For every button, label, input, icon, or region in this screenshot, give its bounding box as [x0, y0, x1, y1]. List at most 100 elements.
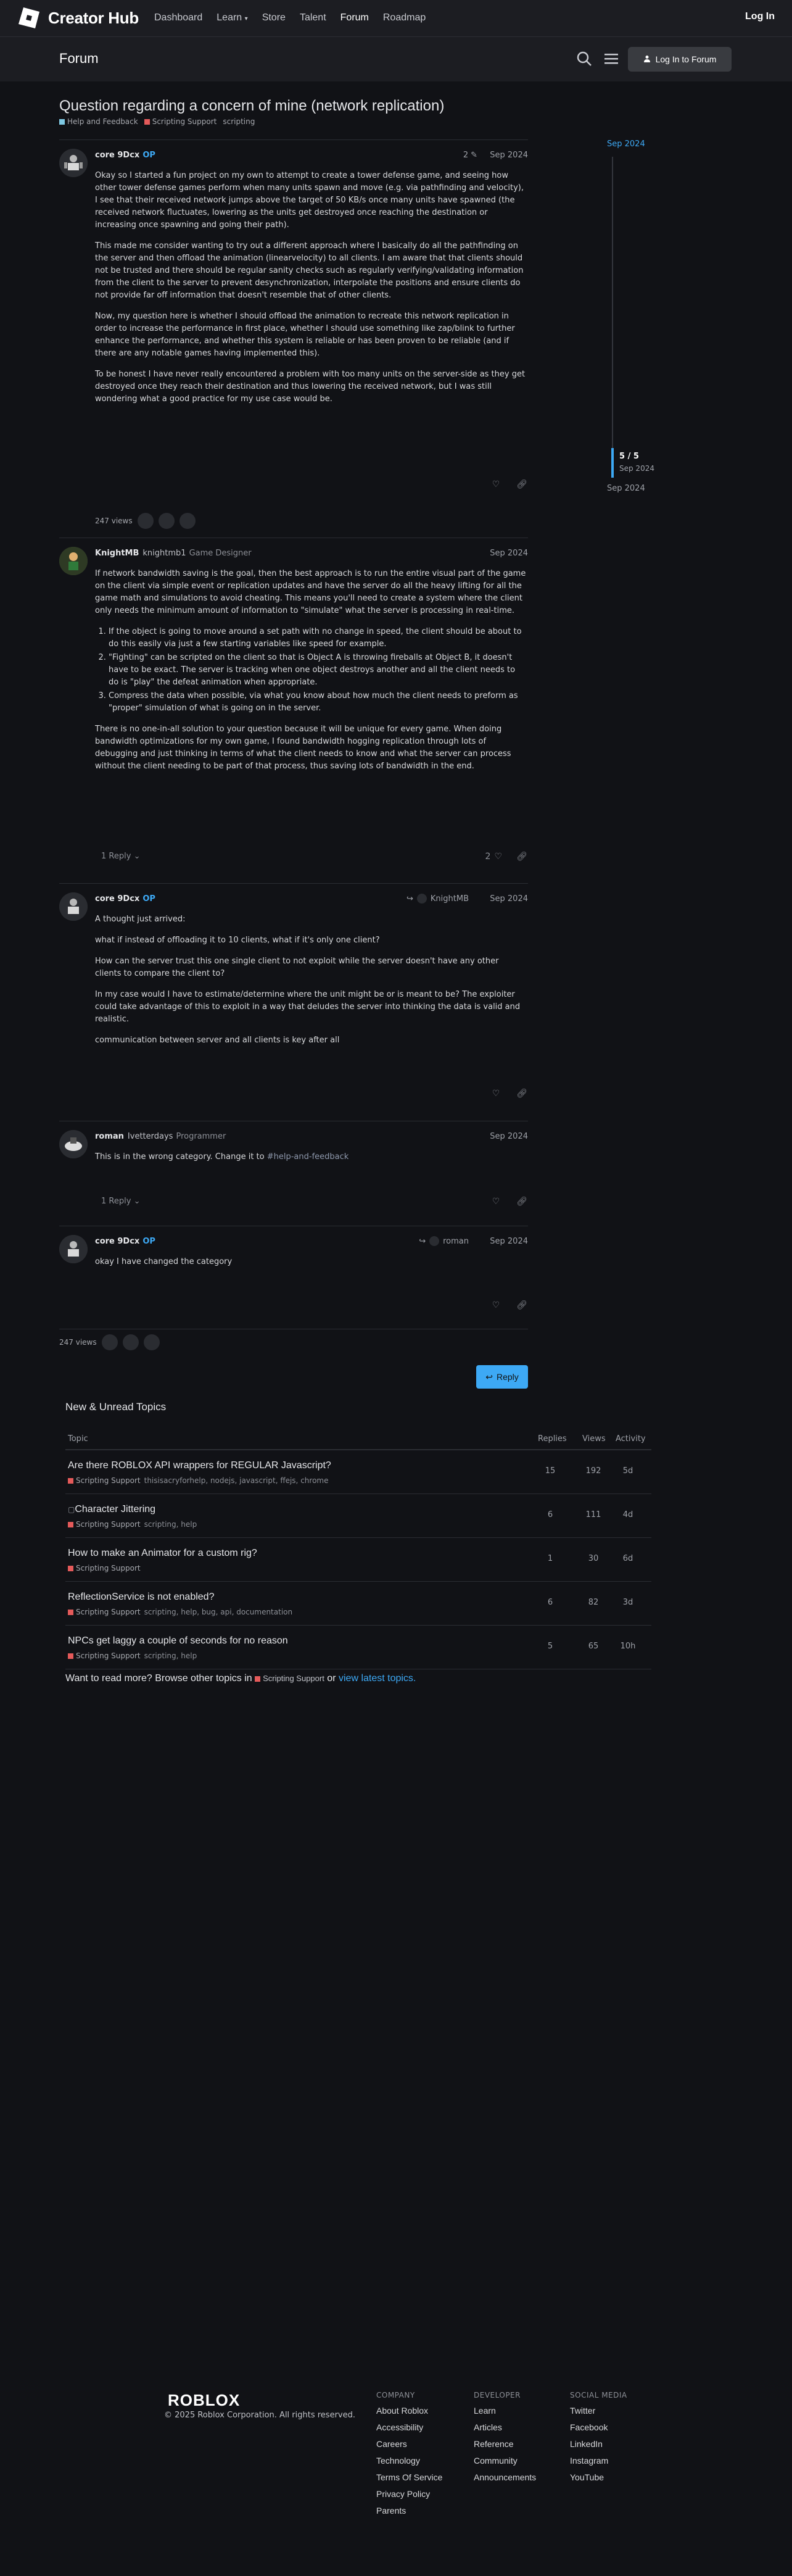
- footer-link[interactable]: Careers: [376, 2439, 442, 2449]
- footer-link[interactable]: Community: [474, 2456, 536, 2466]
- like-heart-icon[interactable]: ♡: [490, 478, 502, 491]
- footer-link[interactable]: Privacy Policy: [376, 2489, 442, 2499]
- topic-activity[interactable]: 3d: [609, 1598, 646, 1607]
- nav-talent[interactable]: Talent: [300, 12, 326, 23]
- participant-avatar[interactable]: [122, 1334, 139, 1350]
- share-link-icon[interactable]: 🔗︎: [516, 1195, 528, 1208]
- topic-tags[interactable]: scripting, help, bug, api, documentation: [144, 1608, 292, 1616]
- topic-activity[interactable]: 4d: [609, 1510, 646, 1519]
- reply-to-link[interactable]: ↪ roman: [419, 1236, 469, 1246]
- footer-link[interactable]: Announcements: [474, 2472, 536, 2482]
- show-replies-button[interactable]: 1 Reply ⌄: [95, 847, 146, 866]
- participant-avatar[interactable]: [137, 513, 154, 529]
- login-to-forum-button[interactable]: Log In to Forum: [628, 47, 732, 72]
- participant-avatar[interactable]: [143, 1334, 160, 1350]
- footer-link[interactable]: Twitter: [570, 2406, 627, 2416]
- category-badge-scripting[interactable]: Scripting Support: [144, 117, 217, 126]
- participant-avatar[interactable]: [179, 513, 196, 529]
- topic-activity[interactable]: 6d: [609, 1554, 646, 1563]
- timeline-handle[interactable]: [611, 448, 614, 478]
- post-date[interactable]: Sep 2024: [490, 894, 528, 904]
- post-date[interactable]: Sep 2024: [490, 151, 528, 160]
- show-replies-button[interactable]: 1 Reply ⌄: [95, 1192, 146, 1211]
- category-badge-help[interactable]: Help and Feedback: [59, 117, 138, 126]
- topic-category[interactable]: Scripting Support: [76, 1564, 141, 1573]
- footer-link[interactable]: YouTube: [570, 2472, 627, 2482]
- like-heart-icon[interactable]: ♡: [490, 1195, 502, 1208]
- table-row[interactable]: NPCs get laggy a couple of seconds for n…: [65, 1626, 651, 1669]
- nav-learn[interactable]: Learn ▾: [217, 12, 247, 23]
- like-heart-icon[interactable]: ♡: [490, 1299, 502, 1311]
- topic-activity[interactable]: 5d: [609, 1466, 646, 1476]
- topic-link[interactable]: NPCs get laggy a couple of seconds for n…: [68, 1635, 288, 1647]
- participant-avatar[interactable]: [101, 1334, 118, 1350]
- reply-to-link[interactable]: ↪ KnightMB: [406, 894, 469, 904]
- footer-link[interactable]: Facebook: [570, 2422, 627, 2432]
- username[interactable]: core 9Dcx: [95, 151, 139, 160]
- nav-store[interactable]: Store: [262, 12, 286, 23]
- table-row[interactable]: ReflectionService is not enabled? Script…: [65, 1582, 651, 1626]
- reply-button[interactable]: ↩ Reply: [476, 1365, 528, 1389]
- forum-title[interactable]: Forum: [59, 51, 99, 67]
- share-link-icon[interactable]: 🔗︎: [516, 1087, 528, 1100]
- footer-link[interactable]: Parents: [376, 2506, 442, 2516]
- table-row[interactable]: Are there ROBLOX API wrappers for REGULA…: [65, 1450, 651, 1494]
- footer-link[interactable]: LinkedIn: [570, 2439, 627, 2449]
- topic-link[interactable]: Are there ROBLOX API wrappers for REGULA…: [68, 1460, 331, 1471]
- user-fullname[interactable]: knightmb1: [142, 549, 186, 558]
- post-date[interactable]: Sep 2024: [490, 1132, 528, 1141]
- browse-category-link[interactable]: Scripting Support: [255, 1674, 324, 1683]
- topic-tag[interactable]: scripting: [223, 117, 255, 126]
- login-link[interactable]: Log In: [745, 11, 775, 22]
- topic-title[interactable]: Question regarding a concern of mine (ne…: [59, 98, 444, 115]
- timeline-end-date[interactable]: Sep 2024: [607, 484, 645, 493]
- user-fullname[interactable]: Ivetterdays: [128, 1132, 173, 1141]
- avatar[interactable]: [59, 1130, 88, 1158]
- share-link-icon[interactable]: 🔗︎: [516, 1299, 528, 1311]
- like-heart-icon[interactable]: ♡: [490, 1087, 502, 1100]
- view-latest-link[interactable]: view latest topics.: [339, 1673, 416, 1684]
- username[interactable]: KnightMB: [95, 549, 139, 558]
- footer-link[interactable]: Articles: [474, 2422, 536, 2432]
- topic-tags[interactable]: scripting, help: [144, 1652, 197, 1660]
- hamburger-menu-icon[interactable]: [602, 49, 621, 68]
- topic-category[interactable]: Scripting Support: [76, 1608, 141, 1616]
- table-row[interactable]: How to make an Animator for a custom rig…: [65, 1538, 651, 1582]
- footer-link[interactable]: Technology: [376, 2456, 442, 2466]
- timeline-track[interactable]: [612, 157, 613, 478]
- topic-category[interactable]: Scripting Support: [76, 1476, 141, 1485]
- topic-tags[interactable]: thisisacryforhelp, nodejs, javascript, f…: [144, 1476, 329, 1485]
- avatar[interactable]: [59, 892, 88, 921]
- post-date[interactable]: Sep 2024: [490, 1237, 528, 1246]
- share-link-icon[interactable]: 🔗︎: [516, 850, 528, 863]
- footer-link[interactable]: Terms Of Service: [376, 2472, 442, 2482]
- search-icon[interactable]: [575, 49, 593, 68]
- footer-link[interactable]: About Roblox: [376, 2406, 442, 2416]
- edit-history[interactable]: 2 ✎: [463, 151, 477, 160]
- topic-link[interactable]: How to make an Animator for a custom rig…: [68, 1548, 257, 1559]
- footer-link[interactable]: Instagram: [570, 2456, 627, 2466]
- footer-link[interactable]: Accessibility: [376, 2422, 442, 2432]
- nav-roadmap[interactable]: Roadmap: [383, 12, 426, 23]
- avatar[interactable]: [59, 1235, 88, 1263]
- share-link-icon[interactable]: 🔗︎: [516, 478, 528, 491]
- avatar[interactable]: [59, 547, 88, 575]
- username[interactable]: roman: [95, 1132, 124, 1141]
- participant-avatar[interactable]: [158, 513, 175, 529]
- topic-link[interactable]: ▢Character Jittering: [68, 1504, 155, 1515]
- timeline-start-date[interactable]: Sep 2024: [607, 139, 645, 149]
- topic-activity[interactable]: 10h: [609, 1642, 646, 1651]
- hashtag-link[interactable]: #help-and-feedback: [267, 1152, 349, 1161]
- nav-forum[interactable]: Forum: [340, 12, 369, 23]
- footer-link[interactable]: Learn: [474, 2406, 536, 2416]
- creator-hub-logo[interactable]: Creator Hub: [19, 7, 139, 28]
- footer-logo[interactable]: ROBLOX: [168, 2391, 240, 2410]
- nav-dashboard[interactable]: Dashboard: [154, 12, 202, 23]
- username[interactable]: core 9Dcx: [95, 894, 139, 904]
- topic-category[interactable]: Scripting Support: [76, 1652, 141, 1660]
- footer-link[interactable]: Reference: [474, 2439, 536, 2449]
- username[interactable]: core 9Dcx: [95, 1237, 139, 1246]
- table-row[interactable]: ▢Character Jittering Scripting Support sc…: [65, 1494, 651, 1538]
- like-button[interactable]: 2 ♡: [485, 852, 502, 862]
- topic-category[interactable]: Scripting Support: [76, 1520, 141, 1529]
